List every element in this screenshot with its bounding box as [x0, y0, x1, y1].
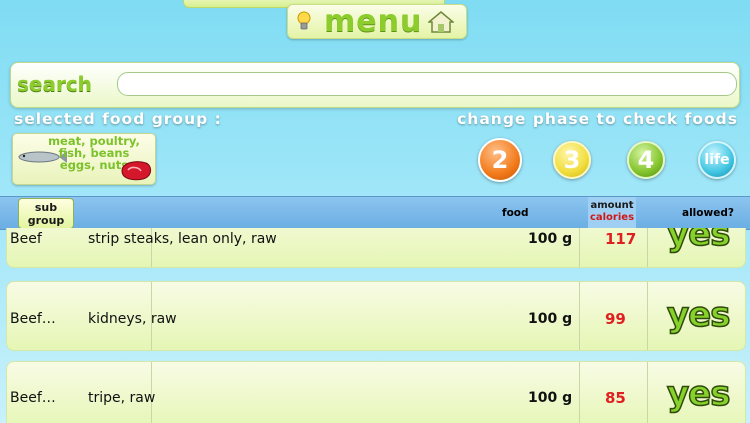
search-panel: search: [10, 62, 740, 108]
row-allowed: yes: [666, 373, 731, 415]
row-calories: 99: [605, 310, 626, 328]
table-row[interactable]: Beef strip steaks, lean only, raw 100 g …: [6, 228, 746, 268]
amount-header-label: amount: [590, 200, 634, 211]
menu-label: menu: [324, 4, 423, 39]
sub-group-label: sub group: [27, 200, 65, 227]
sub-group-sort-button[interactable]: sub group: [18, 198, 74, 229]
row-amount: 100 g: [528, 231, 573, 247]
row-description: tripe, raw: [88, 390, 156, 406]
menu-button[interactable]: menu: [287, 4, 467, 39]
column-divider: [579, 282, 580, 350]
table-header: sub group food amount calories allowed?: [0, 196, 750, 230]
search-label: search: [17, 72, 92, 96]
home-icon: [428, 11, 454, 33]
steak-icon: [121, 161, 151, 181]
column-divider: [579, 362, 580, 423]
food-column-header: food: [502, 207, 529, 219]
food-list[interactable]: Beef strip steaks, lean only, raw 100 g …: [0, 228, 750, 423]
lightbulb-icon: [297, 11, 311, 30]
row-amount: 100 g: [528, 311, 573, 327]
column-divider: [647, 228, 648, 267]
allowed-column-header: allowed?: [682, 207, 734, 219]
change-phase-label: change phase to check foods: [457, 110, 738, 128]
phase-4-button[interactable]: 4: [627, 141, 665, 179]
phase-3-button[interactable]: 3: [553, 141, 591, 179]
amount-calories-column-header: amount calories: [588, 197, 636, 229]
search-input[interactable]: [117, 72, 737, 96]
phase-2-button[interactable]: 2: [478, 138, 522, 182]
row-allowed: yes: [666, 294, 731, 336]
row-sub-group: Beef: [10, 231, 42, 247]
column-divider: [579, 228, 580, 267]
row-allowed: yes: [666, 228, 731, 255]
column-divider: [647, 362, 648, 423]
selected-food-group-label: selected food group :: [14, 110, 222, 128]
row-sub-group: Beef…: [10, 311, 56, 327]
row-calories: 85: [605, 389, 626, 407]
row-calories: 117: [605, 230, 637, 248]
row-sub-group: Beef…: [10, 390, 56, 406]
row-description: kidneys, raw: [88, 311, 177, 327]
row-description: strip steaks, lean only, raw: [88, 231, 277, 247]
row-amount: 100 g: [528, 390, 573, 406]
table-row[interactable]: Beef… tripe, raw 100 g 85 yes: [6, 361, 746, 423]
food-group-card[interactable]: meat, poultry, fish, beans eggs, nuts: [12, 133, 156, 185]
phase-life-button[interactable]: life: [698, 141, 736, 179]
table-row[interactable]: Beef… kidneys, raw 100 g 99 yes: [6, 281, 746, 351]
calories-header-label: calories: [589, 212, 635, 223]
column-divider: [647, 282, 648, 350]
